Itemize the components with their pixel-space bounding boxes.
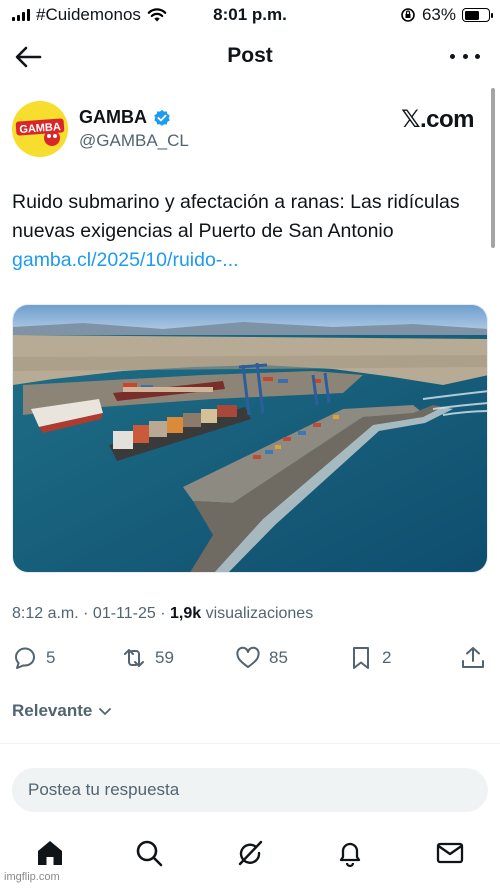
author-handle[interactable]: @GAMBA_CL xyxy=(79,131,189,151)
reply-icon xyxy=(15,647,35,669)
tweet-photo[interactable] xyxy=(12,304,488,573)
bookmark-count: 2 xyxy=(382,648,392,667)
battery-icon xyxy=(462,8,493,22)
repost-button[interactable]: 59 xyxy=(121,643,174,673)
tweet-time: 8:12 a.m. xyxy=(12,605,79,622)
watermark: imgflip.com xyxy=(4,871,60,883)
more-options-icon[interactable] xyxy=(450,44,480,68)
grok-icon[interactable] xyxy=(235,838,265,868)
status-bar: #Cuidemonos 8:01 p.m. 63% xyxy=(0,0,500,30)
like-button[interactable]: 85 xyxy=(235,643,288,673)
like-count: 85 xyxy=(269,648,288,667)
tweet-date: 01-11-25 xyxy=(92,605,156,622)
tweet-link[interactable]: gamba.cl/2025/10/ruido-... xyxy=(12,249,239,271)
bookmark-icon xyxy=(353,647,369,669)
search-icon[interactable] xyxy=(134,838,164,868)
orientation-lock-icon xyxy=(401,8,415,22)
sort-label: Relevante xyxy=(12,701,93,720)
messages-icon[interactable] xyxy=(435,838,465,868)
gamba-logo-icon: GAMBA xyxy=(12,101,68,157)
bookmark-button[interactable]: 2 xyxy=(348,643,391,673)
home-icon[interactable] xyxy=(35,838,65,868)
tweet-body: Ruido submarino y afectación a ranas: La… xyxy=(12,191,460,242)
heart-icon xyxy=(236,646,260,668)
scrollbar[interactable] xyxy=(491,88,495,248)
reply-count: 5 xyxy=(46,648,56,667)
tweet-meta: 8:12 a.m. · 01-11-25 · 1,9k visualizacio… xyxy=(12,605,314,622)
views-count[interactable]: 1,9k xyxy=(170,605,201,622)
avatar[interactable]: GAMBA xyxy=(12,101,68,157)
post-header: Post xyxy=(0,30,500,84)
tweet-text: Ruido submarino y afectación a ranas: La… xyxy=(12,188,482,275)
author-name[interactable]: GAMBA xyxy=(79,107,147,128)
chevron-down-icon xyxy=(99,708,112,715)
sort-dropdown[interactable]: Relevante xyxy=(12,701,113,721)
page-title: Post xyxy=(227,44,273,67)
action-bar: 5 59 85 2 xyxy=(0,643,500,675)
repost-icon xyxy=(124,649,144,667)
status-right: 63% xyxy=(400,5,493,25)
divider xyxy=(0,743,500,744)
battery-percent: 63% xyxy=(421,5,456,24)
reply-placeholder: Postea tu respuesta xyxy=(28,780,180,799)
views-label: visualizaciones xyxy=(205,605,314,622)
share-icon xyxy=(462,647,484,668)
share-button[interactable] xyxy=(460,643,486,673)
source-label: 𝕏.com xyxy=(401,106,474,133)
reply-button[interactable]: 5 xyxy=(12,643,55,673)
bottom-nav xyxy=(0,832,500,880)
author-name-row[interactable]: GAMBA xyxy=(79,107,171,128)
notifications-icon[interactable] xyxy=(335,838,365,868)
port-aerial-image xyxy=(13,305,487,572)
verified-badge-icon xyxy=(154,109,170,126)
reply-input[interactable]: Postea tu respuesta xyxy=(12,768,488,812)
repost-count: 59 xyxy=(155,648,174,667)
